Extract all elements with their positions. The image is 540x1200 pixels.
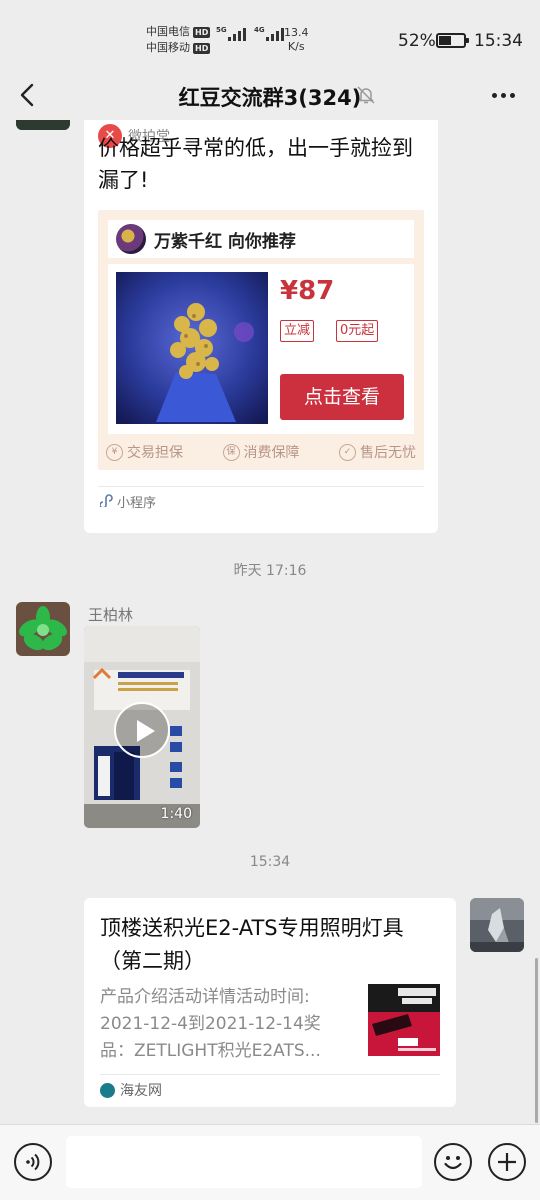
article-thumbnail — [368, 984, 440, 1056]
battery-icon — [436, 33, 469, 48]
video-message[interactable]: 1:40 — [84, 626, 200, 828]
guarantee-label: 交易担保 — [127, 445, 183, 461]
goods-box: ¥87 立减 0元起 点击查看 — [108, 264, 414, 434]
article-link-card[interactable]: 顶楼送积光E2-ATS专用照明灯具（第二期） 产品介绍活动详情活动时间: 202… — [84, 898, 456, 1107]
guarantee-item: ✓ 售后无忧 — [339, 442, 416, 462]
time-separator: 昨天 17:16 — [233, 563, 307, 579]
net-type-1-label: 5G — [216, 26, 227, 34]
avatar[interactable] — [16, 120, 70, 130]
mini-program-footer-label: 小程序 — [117, 496, 157, 511]
divider — [100, 1074, 440, 1075]
article-source-name: 海友网 — [120, 1083, 162, 1099]
mini-program-title: 价格超乎寻常的低，出一手就捡到漏了! — [98, 136, 413, 192]
article-source: 海友网 — [100, 1080, 162, 1100]
network-speed: 13.4 K/s — [284, 26, 309, 54]
network-speed-value: 13.4 — [284, 26, 309, 39]
carrier-1-label: 中国电信 — [146, 25, 190, 38]
mute-bell-icon — [356, 85, 376, 105]
article-description: 产品介绍活动详情活动时间: 2021-12-4到2021-12-14奖品：ZET… — [100, 987, 321, 1061]
my-avatar[interactable] — [470, 898, 524, 952]
coral-product-image — [116, 272, 268, 424]
signal-icon: 4G — [254, 26, 284, 41]
more-icon[interactable] — [488, 80, 518, 110]
divider — [98, 486, 424, 487]
net-type-2-label: 4G — [254, 26, 265, 34]
scrollbar[interactable] — [535, 958, 538, 1123]
chat-title-text: 红豆交流群3(324) — [178, 86, 362, 110]
mini-program-icon — [99, 493, 114, 511]
voice-icon[interactable] — [14, 1143, 52, 1181]
play-icon[interactable] — [114, 702, 170, 758]
time-separator: 15:34 — [249, 854, 291, 870]
chat-header: 红豆交流群3(324) — [0, 70, 540, 120]
sender-name: 王柏林 — [88, 606, 134, 624]
guarantee-row: ¥ 交易担保 保消费保障 ✓ 售后无忧 — [106, 442, 416, 462]
mini-program-footer: 小程序 — [99, 492, 157, 511]
haiyou-logo-icon — [100, 1082, 115, 1098]
mini-program-preview[interactable]: 万紫千红 向你推荐 ¥87 立减 0元起 点击查看 ¥ 交易担保 保 消费保障 … — [98, 210, 424, 470]
view-button[interactable]: 点击查看 — [280, 374, 404, 420]
hd-badge: HD — [193, 26, 211, 38]
signal-strength: 5G 4G — [216, 26, 284, 41]
seller-row: 万紫千红 向你推荐 — [108, 220, 414, 258]
signal-icon: 5G — [216, 26, 246, 41]
status-bar: 中国电信 HD 中国移动 HD 5G 4G 13.4 K/s 52% 15:34 — [0, 0, 540, 70]
input-bar — [0, 1124, 540, 1200]
video-duration: 1:40 — [160, 806, 192, 822]
discount-tag: 立减 — [280, 320, 315, 342]
network-speed-unit: K/s — [287, 40, 305, 53]
guarantee-label: 售后无忧 — [360, 445, 416, 461]
message-list[interactable]: ✕ 微拍堂 价格超乎寻常的低，出一手就捡到漏了! 万紫千红 向你推荐 ¥87 立… — [0, 120, 540, 1124]
protection-icon: 保 — [222, 443, 240, 461]
guarantee-label: 消费保障 — [243, 445, 300, 461]
chat-title: 红豆交流群3(324) — [0, 82, 540, 112]
battery-percent: 52% — [398, 31, 436, 51]
seller-avatar — [116, 224, 146, 254]
seller-line: 万紫千红 向你推荐 — [154, 231, 296, 252]
price-label: ¥87 — [280, 276, 335, 306]
thumbs-up-icon: ✓ — [339, 443, 356, 461]
carrier-info: 中国电信 HD 中国移动 HD — [146, 24, 211, 56]
status-time: 15:34 — [474, 31, 523, 51]
message-input[interactable] — [66, 1136, 422, 1188]
emoji-icon[interactable] — [434, 1143, 472, 1181]
carrier-2-label: 中国移动 — [146, 41, 190, 54]
plus-icon[interactable] — [488, 1143, 526, 1181]
shield-icon: ¥ — [106, 443, 123, 461]
guarantee-item: 保消费保障 — [222, 442, 300, 462]
mini-program-card[interactable]: ✕ 微拍堂 价格超乎寻常的低，出一手就捡到漏了! 万紫千红 向你推荐 ¥87 立… — [84, 120, 438, 533]
guarantee-item: ¥ 交易担保 — [106, 442, 183, 462]
start-price-tag: 0元起 — [336, 320, 379, 342]
hd-badge: HD — [193, 42, 211, 54]
sender-avatar[interactable] — [16, 602, 70, 656]
article-title: 顶楼送积光E2-ATS专用照明灯具（第二期） — [100, 916, 404, 973]
